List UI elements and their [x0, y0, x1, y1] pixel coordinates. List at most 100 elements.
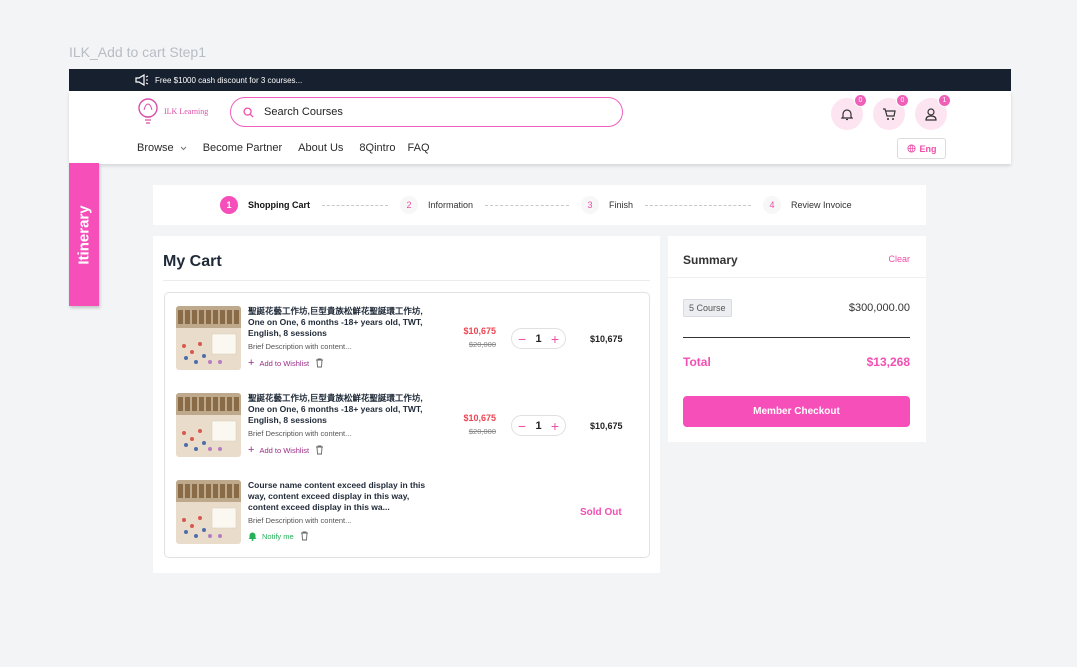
course-description: Brief Description with content...: [248, 516, 352, 525]
original-price: $20,000: [468, 340, 496, 349]
increment-button[interactable]: +: [551, 419, 559, 433]
step-label: Review Invoice: [791, 200, 852, 210]
course-name[interactable]: 聖誕花藝工作坊,巨型貴族松鮮花聖誕環工作坊, One on One, 6 mon…: [248, 306, 433, 339]
language-button[interactable]: Eng: [897, 138, 946, 159]
step-connector: [485, 204, 570, 206]
promo-text: Free $1000 cash discount for 3 courses..…: [155, 75, 303, 85]
logo-text: ILK Learning: [164, 106, 209, 116]
member-checkout-button[interactable]: Member Checkout: [683, 396, 910, 427]
course-info: 聖誕花藝工作坊,巨型貴族松鮮花聖誕環工作坊, One on One, 6 mon…: [248, 393, 433, 456]
logo[interactable]: ILK Learning: [136, 97, 208, 125]
profile-button[interactable]: 1: [915, 94, 951, 130]
nav-about-us[interactable]: About Us: [298, 142, 343, 154]
total-amount: $13,268: [866, 355, 910, 369]
notify-me-button[interactable]: Notify me: [248, 531, 294, 541]
course-count-tag: 5 Course: [683, 299, 732, 317]
item-actions: + Add to Wishlist: [248, 444, 433, 456]
trash-icon[interactable]: [315, 445, 324, 455]
search-input[interactable]: Search Courses: [230, 97, 623, 127]
course-description: Brief Description with content...: [248, 342, 352, 351]
course-info: Course name content exceed display in th…: [248, 480, 433, 541]
course-thumbnail[interactable]: [176, 306, 241, 370]
sold-out-label: Sold Out: [580, 507, 622, 518]
plus-icon: +: [248, 357, 255, 369]
summary-title: Summary: [683, 253, 738, 267]
globe-icon: [906, 144, 916, 153]
quantity-stepper: − 1 +: [511, 328, 566, 349]
course-description: Brief Description with content...: [248, 429, 352, 438]
user-icon: [925, 107, 937, 121]
header: ILK Learning Search Courses 0 0 1 Browse…: [69, 91, 1011, 164]
item-actions: Notify me: [248, 531, 433, 541]
nav-faq[interactable]: FAQ: [408, 142, 430, 154]
decrement-button[interactable]: −: [518, 419, 526, 433]
main-nav: Browse Become Partner About Us 8Qintro F…: [137, 142, 446, 154]
step-label: Information: [428, 200, 474, 210]
step-number: 4: [763, 196, 782, 214]
add-to-wishlist-label: Add to Wishlist: [259, 358, 310, 368]
price-block: $10,675 $20,000: [459, 413, 496, 436]
step-finish: 3 Finish: [581, 196, 633, 214]
course-thumbnail[interactable]: [176, 393, 241, 457]
megaphone-icon: [135, 74, 149, 86]
increment-button[interactable]: +: [551, 332, 559, 346]
cart-item: Course name content exceed display in th…: [176, 480, 646, 546]
itinerary-tab[interactable]: Itinerary: [69, 163, 99, 306]
price-block: $10,675 $20,000: [459, 326, 496, 349]
step-connector: [322, 204, 388, 206]
quantity-value: 1: [535, 332, 542, 345]
bell-icon: [841, 108, 853, 120]
step-label: Shopping Cart: [248, 200, 310, 210]
search-placeholder: Search Courses: [264, 106, 343, 118]
course-name[interactable]: 聖誕花藝工作坊,巨型貴族松鮮花聖誕環工作坊, One on One, 6 mon…: [248, 393, 433, 426]
step-information: 2 Information: [400, 196, 473, 214]
course-name[interactable]: Course name content exceed display in th…: [248, 480, 433, 513]
checkout-steps: 1 Shopping Cart 2 Information 3 Finish 4…: [153, 185, 926, 225]
add-to-wishlist-label: Add to Wishlist: [259, 445, 310, 455]
sale-price: $10,675: [463, 413, 496, 423]
item-subtotal: $10,675: [590, 421, 623, 431]
add-to-wishlist-button[interactable]: + Add to Wishlist: [248, 444, 309, 456]
cart-badge: 0: [896, 94, 909, 107]
step-number: 3: [581, 196, 600, 214]
item-subtotal: $10,675: [590, 334, 623, 344]
original-price: $20,000: [468, 427, 496, 436]
nav-become-partner[interactable]: Become Partner: [203, 142, 282, 154]
notify-me-label: Notify me: [262, 531, 294, 541]
trash-icon[interactable]: [315, 358, 324, 368]
cart-panel: My Cart 聖誕花藝工作坊,巨型貴族松鮮花聖誕環工作坊, One on On…: [153, 236, 660, 573]
decrement-button[interactable]: −: [518, 332, 526, 346]
divider: [683, 337, 910, 338]
step-review-invoice: 4 Review Invoice: [763, 196, 852, 214]
step-shopping-cart: 1 Shopping Cart: [220, 196, 310, 214]
language-label: Eng: [919, 143, 937, 154]
sale-price: $10,675: [463, 326, 496, 336]
page: Free $1000 cash discount for 3 courses..…: [69, 69, 1011, 667]
nav-browse-label: Browse: [137, 142, 174, 154]
step-connector: [645, 204, 752, 206]
course-amount: $300,000.00: [848, 302, 910, 314]
plus-icon: +: [248, 444, 255, 456]
notifications-button[interactable]: 0: [831, 94, 867, 130]
quantity-value: 1: [535, 419, 542, 432]
course-info: 聖誕花藝工作坊,巨型貴族松鮮花聖誕環工作坊, One on One, 6 mon…: [248, 306, 433, 369]
cart-button[interactable]: 0: [873, 94, 909, 130]
add-to-wishlist-button[interactable]: + Add to Wishlist: [248, 357, 309, 369]
divider: [163, 280, 650, 281]
bell-icon: [248, 532, 257, 541]
cart-icon: [883, 107, 896, 120]
trash-icon[interactable]: [300, 531, 309, 541]
summary-panel: Summary Clear 5 Course $300,000.00 Total…: [668, 236, 926, 442]
chevron-down-icon: [180, 146, 187, 150]
course-thumbnail[interactable]: [176, 480, 241, 544]
clear-button[interactable]: Clear: [888, 254, 910, 264]
step-number: 2: [400, 196, 418, 214]
divider: [668, 277, 926, 278]
nav-browse[interactable]: Browse: [137, 142, 187, 154]
step-label: Finish: [609, 200, 634, 210]
total-label: Total: [683, 355, 711, 369]
cart-list: 聖誕花藝工作坊,巨型貴族松鮮花聖誕環工作坊, One on One, 6 mon…: [164, 292, 650, 558]
notifications-badge: 0: [854, 94, 867, 107]
quantity-stepper: − 1 +: [511, 415, 566, 436]
nav-8qintro[interactable]: 8Qintro: [359, 142, 395, 154]
